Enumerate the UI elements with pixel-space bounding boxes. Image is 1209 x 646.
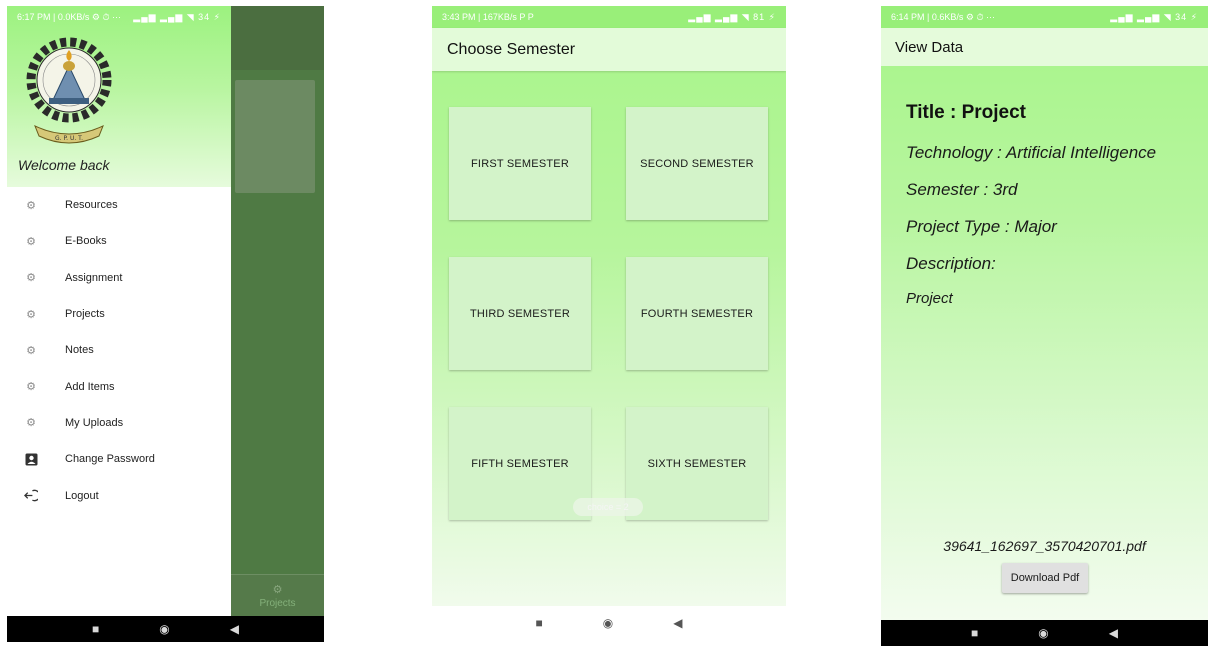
status-bar: 6:17 PM | 0.0KB/s ⚙ ⏱ ··· ▂▄▆ ▂▄▆ ◥ 34 ⚡	[7, 6, 231, 28]
semester-card-first[interactable]: FIRST SEMESTER	[449, 107, 591, 220]
page-title: Choose Semester	[447, 40, 576, 58]
status-icons: ▂▄▆ ▂▄▆ ◥ 81 ⚡	[688, 11, 776, 22]
back-icon[interactable]: ◀	[230, 623, 239, 635]
toast-message: choice = 2	[573, 498, 643, 516]
gear-icon: ⚙	[26, 417, 36, 430]
download-pdf-button[interactable]: Download Pdf	[1002, 563, 1088, 593]
status-bar: 6:14 PM | 0.6KB/s ⚙ ⏱ ··· ▂▄▆ ▂▄▆ ◥ 34 ⚡	[881, 6, 1208, 28]
navigation-drawer: 6:17 PM | 0.0KB/s ⚙ ⏱ ··· ▂▄▆ ▂▄▆ ◥ 34 ⚡…	[7, 6, 231, 616]
menu-item-label: Logout	[65, 489, 99, 502]
screen-content: 6:14 PM | 0.6KB/s ⚙ ⏱ ··· ▂▄▆ ▂▄▆ ◥ 34 ⚡…	[881, 6, 1208, 620]
semester-grid: FIRST SEMESTER SECOND SEMESTER THIRD SEM…	[449, 107, 769, 521]
menu-item-resources[interactable]: ⚙ Resources	[7, 187, 231, 223]
screen-content: 3:43 PM | 167KB/s P P ▂▄▆ ▂▄▆ ◥ 81 ⚡ Cho…	[432, 6, 786, 606]
menu-item-ebooks[interactable]: ⚙ E-Books	[7, 223, 231, 259]
menu-item-label: Change Password	[65, 453, 155, 466]
home-icon[interactable]: ◉	[603, 617, 613, 629]
system-nav-bar: ■ ◉ ◀	[432, 606, 786, 640]
gear-icon: ⚙	[26, 199, 36, 212]
semester-card-fifth[interactable]: FIFTH SEMESTER	[449, 407, 591, 520]
menu-item-label: Resources	[65, 199, 118, 212]
status-time: 6:17 PM | 0.0KB/s ⚙ ⏱ ···	[17, 11, 121, 22]
status-icons: ▂▄▆ ▂▄▆ ◥ 34 ⚡	[1110, 11, 1198, 22]
gear-icon: ⚙	[26, 308, 36, 321]
menu-item-label: My Uploads	[65, 416, 124, 429]
menu-item-label: E-Books	[65, 235, 107, 248]
semester-card-fourth[interactable]: FOURTH SEMESTER	[626, 257, 768, 370]
menu-item-label: Add Items	[65, 380, 115, 393]
page-title: View Data	[895, 38, 964, 56]
system-nav-bar: ■ ◉ ◀	[881, 620, 1208, 646]
background-card	[235, 80, 315, 193]
file-name: 39641_162697_3570420701.pdf	[943, 538, 1146, 554]
system-nav-bar: ■ ◉ ◀	[7, 616, 324, 642]
account-box-icon	[24, 452, 38, 466]
semester-card-sixth[interactable]: SIXTH SEMESTER	[626, 407, 768, 520]
app-bar: Choose Semester	[432, 28, 786, 71]
logout-icon	[24, 489, 38, 503]
semester-text: Semester : 3rd	[906, 180, 1018, 199]
recents-icon[interactable]: ■	[971, 627, 978, 639]
status-icons: ▂▄▆ ▂▄▆ ◥ 34 ⚡	[133, 11, 221, 22]
home-icon[interactable]: ◉	[159, 623, 169, 635]
app-bar: View Data	[881, 28, 1208, 66]
menu-item-logout[interactable]: Logout	[7, 477, 231, 513]
menu-item-label: Projects	[65, 308, 105, 321]
drawer-header: 6:17 PM | 0.0KB/s ⚙ ⏱ ··· ▂▄▆ ▂▄▆ ◥ 34 ⚡…	[7, 6, 231, 187]
home-icon[interactable]: ◉	[1038, 627, 1048, 639]
menu-item-projects[interactable]: ⚙ Projects	[7, 296, 231, 332]
back-icon[interactable]: ◀	[1109, 627, 1118, 639]
menu-item-label: Assignment	[65, 271, 123, 284]
gear-icon: ⚙	[272, 583, 283, 596]
status-time: 3:43 PM | 167KB/s P P	[442, 12, 534, 22]
recents-icon[interactable]: ■	[536, 617, 543, 629]
gear-icon: ⚙	[26, 235, 36, 248]
logo-text: G. P. U. T.	[55, 135, 83, 142]
phone-drawer-screen: ⚙ Projects 6:17 PM | 0.0KB/s ⚙ ⏱ ··· ▂▄▆…	[7, 6, 324, 642]
menu-item-my-uploads[interactable]: ⚙ My Uploads	[7, 405, 231, 441]
welcome-text: Welcome back	[18, 157, 110, 173]
semester-card-second[interactable]: SECOND SEMESTER	[626, 107, 768, 220]
recents-icon[interactable]: ■	[92, 623, 99, 635]
status-time: 6:14 PM | 0.6KB/s ⚙ ⏱ ···	[891, 11, 995, 22]
menu-item-add-items[interactable]: ⚙ Add Items	[7, 368, 231, 404]
phone-view-data-screen: 6:14 PM | 0.6KB/s ⚙ ⏱ ··· ▂▄▆ ▂▄▆ ◥ 34 ⚡…	[881, 6, 1208, 646]
gear-icon: ⚙	[26, 344, 36, 357]
gear-icon: ⚙	[26, 381, 36, 394]
bottom-nav-label: Projects	[259, 597, 296, 609]
project-title: Title : Project	[906, 102, 1027, 123]
gear-icon: ⚙	[26, 272, 36, 285]
bottom-nav-projects[interactable]: ⚙ Projects	[231, 574, 324, 616]
semester-card-third[interactable]: THIRD SEMESTER	[449, 257, 591, 370]
drawer-menu: ⚙ Resources ⚙ E-Books ⚙ Assignment ⚙ Pro…	[7, 187, 231, 514]
menu-item-assignment[interactable]: ⚙ Assignment	[7, 260, 231, 296]
background-appbar	[231, 6, 324, 70]
status-bar: 3:43 PM | 167KB/s P P ▂▄▆ ▂▄▆ ◥ 81 ⚡	[432, 6, 786, 28]
menu-item-notes[interactable]: ⚙ Notes	[7, 332, 231, 368]
phone-choose-semester-screen: 3:43 PM | 167KB/s P P ▂▄▆ ▂▄▆ ◥ 81 ⚡ Cho…	[432, 6, 786, 640]
menu-item-label: Notes	[65, 344, 94, 357]
description-text: Project	[906, 290, 953, 307]
description-label: Description:	[906, 254, 996, 273]
college-logo: G. P. U. T.	[26, 37, 112, 144]
menu-item-change-password[interactable]: Change Password	[7, 441, 231, 477]
technology-text: Technology : Artificial Intelligence	[906, 143, 1157, 162]
project-type-text: Project Type : Major	[906, 217, 1057, 236]
back-icon[interactable]: ◀	[673, 617, 682, 629]
